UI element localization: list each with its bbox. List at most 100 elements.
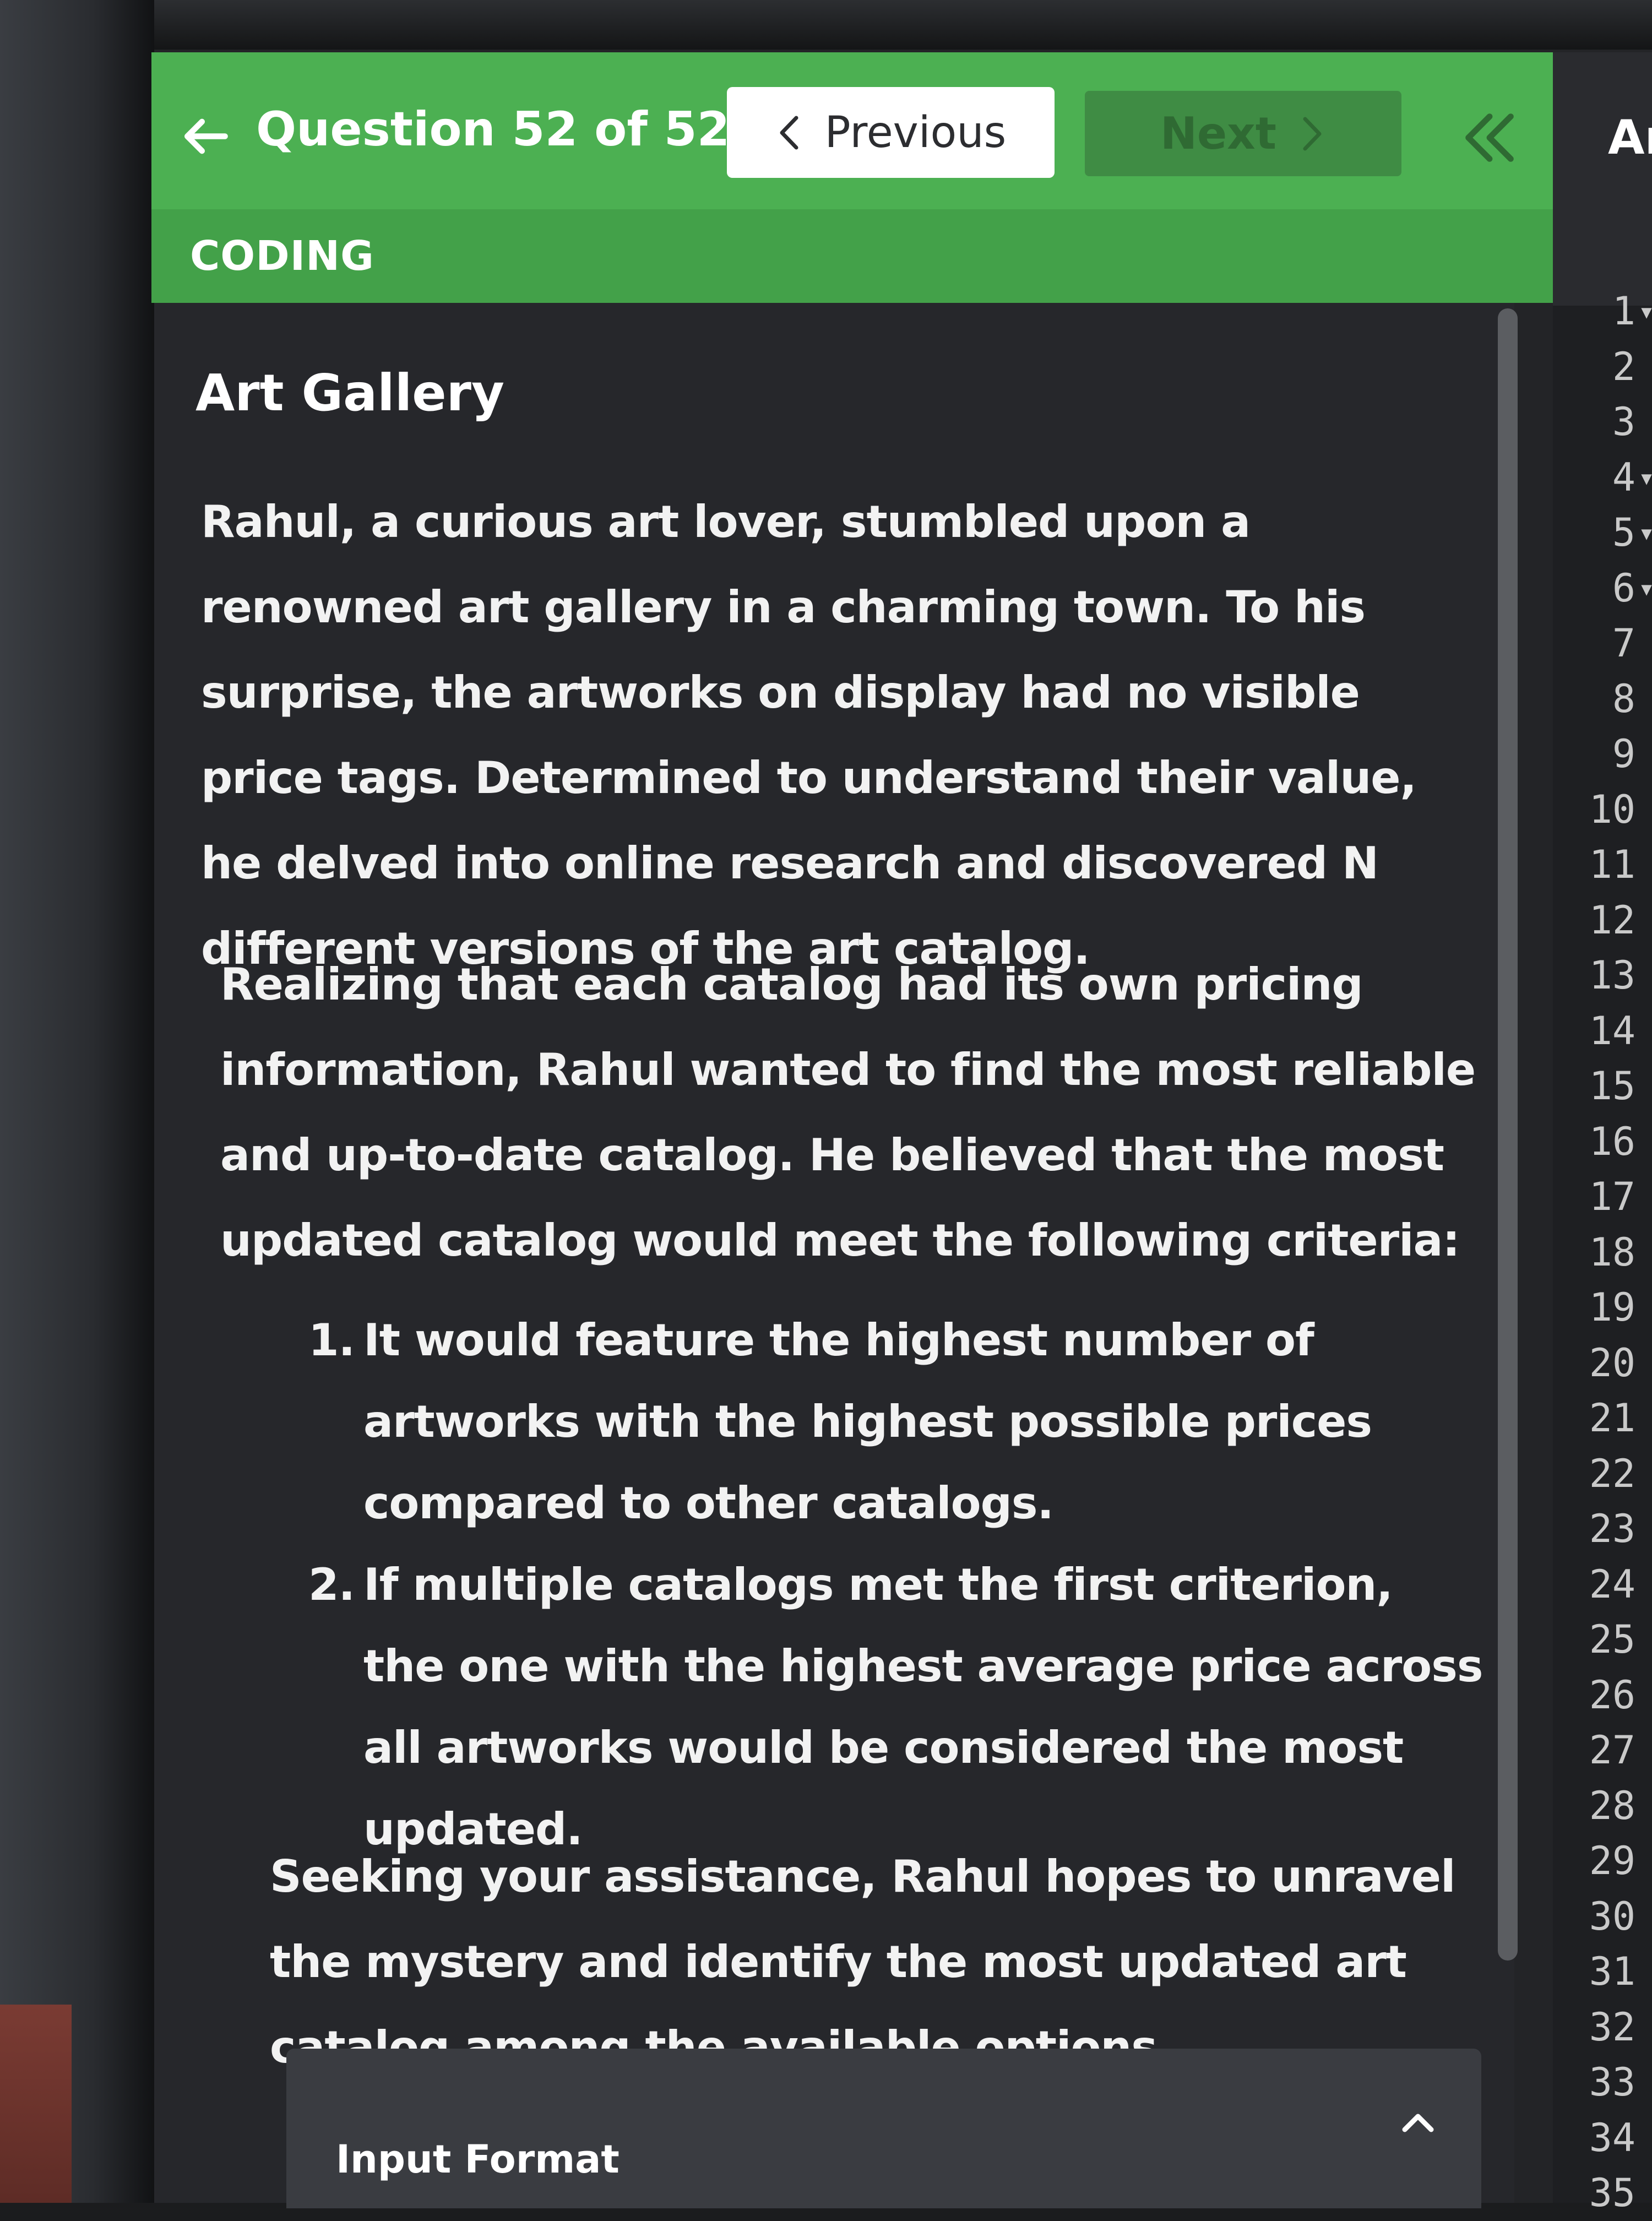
line-number: 5 — [1612, 510, 1635, 555]
category-bar: CODING — [151, 209, 1553, 303]
fold-placeholder — [1638, 1501, 1652, 1557]
list-number: 2. — [308, 1559, 355, 1610]
code-editor[interactable]: Ar 1234567891011121314151617181920212223… — [1553, 52, 1652, 2215]
fold-placeholder — [1638, 616, 1652, 671]
line-number: 26 — [1589, 1672, 1635, 1718]
fold-toggle-icon[interactable]: ▾ — [1638, 450, 1652, 506]
fold-placeholder — [1638, 837, 1652, 893]
line-number: 14 — [1589, 1008, 1635, 1054]
fold-placeholder — [1638, 394, 1652, 450]
fold-placeholder — [1638, 1833, 1652, 1889]
list-item: 2. If multiple catalogs met the first cr… — [308, 1544, 1487, 1870]
fold-placeholder — [1638, 726, 1652, 782]
line-number: 27 — [1589, 1728, 1635, 1773]
chevron-right-icon — [1303, 117, 1322, 150]
fold-placeholder — [1638, 1225, 1652, 1280]
chevron-left-icon — [780, 116, 798, 149]
chevron-up-icon[interactable] — [1396, 2101, 1440, 2145]
paragraph-text: Rahul, a curious art lover, stumbled upo… — [201, 496, 1417, 889]
problem-paragraph-1: Rahul, a curious art lover, stumbled upo… — [201, 479, 1484, 991]
line-number: 3 — [1612, 399, 1635, 444]
line-number: 30 — [1589, 1893, 1635, 1939]
line-number: 8 — [1612, 676, 1635, 721]
fold-placeholder — [1638, 1058, 1652, 1114]
problem-paragraph-2: Realizing that each catalog had its own … — [220, 959, 1476, 1266]
line-number: 22 — [1589, 1451, 1635, 1496]
fold-placeholder — [1638, 1335, 1652, 1391]
fold-placeholder — [1638, 671, 1652, 727]
fold-placeholder — [1638, 1446, 1652, 1502]
monitor-bezel-top — [0, 0, 1652, 50]
line-number: 9 — [1612, 731, 1635, 776]
previous-label: Previous — [824, 107, 1007, 158]
double-chevron-left-icon[interactable] — [1457, 105, 1523, 171]
scrollbar[interactable] — [1498, 308, 1518, 1961]
fold-placeholder — [1638, 1668, 1652, 1723]
fold-placeholder — [1638, 1778, 1652, 1834]
line-number: 35 — [1589, 2170, 1635, 2215]
fold-gutter: ▾ ▾ ▾ ▾ — [1638, 284, 1652, 2221]
editor-header: Ar — [1553, 52, 1652, 306]
fold-placeholder — [1638, 1003, 1652, 1059]
criterion-text: It would feature the highest number of a… — [363, 1315, 1372, 1529]
next-label: Next — [1160, 108, 1277, 159]
question-counter: Question 52 of 52 — [256, 102, 730, 157]
fold-toggle-icon[interactable]: ▾ — [1638, 505, 1652, 561]
fold-toggle-icon[interactable]: ▾ — [1638, 284, 1652, 339]
line-number: 21 — [1589, 1395, 1635, 1441]
line-number: 18 — [1589, 1229, 1635, 1275]
line-number: 1 — [1612, 289, 1635, 334]
fold-placeholder — [1638, 1280, 1652, 1335]
line-number: 28 — [1589, 1783, 1635, 1828]
fold-placeholder — [1638, 1944, 1652, 2000]
line-number: 10 — [1589, 786, 1635, 832]
input-format-section[interactable]: Input Format — [286, 2049, 1481, 2208]
criterion-text: If multiple catalogs met the first crite… — [363, 1559, 1483, 1855]
fold-placeholder — [1638, 2000, 1652, 2055]
fold-toggle-icon[interactable]: ▾ — [1638, 561, 1652, 616]
line-number: 25 — [1589, 1617, 1635, 1662]
line-number: 12 — [1589, 897, 1635, 943]
fold-placeholder — [1638, 893, 1652, 948]
arrow-left-icon[interactable] — [179, 110, 231, 162]
line-number: 16 — [1589, 1118, 1635, 1164]
line-number: 20 — [1589, 1340, 1635, 1386]
fold-placeholder — [1638, 948, 1652, 1003]
line-number: 11 — [1589, 842, 1635, 887]
fold-placeholder — [1638, 1723, 1652, 1778]
section-title: Input Format — [336, 2137, 620, 2182]
line-number: 19 — [1589, 1285, 1635, 1330]
fold-placeholder — [1638, 2110, 1652, 2166]
screen: Question 52 of 52 Previous Next CODING A… — [0, 0, 1652, 2215]
category-label: CODING — [190, 232, 374, 280]
background-object — [0, 2005, 72, 2203]
fold-placeholder — [1638, 1391, 1652, 1446]
list-number: 1. — [308, 1315, 355, 1366]
fold-placeholder — [1638, 1114, 1652, 1170]
line-number: 31 — [1589, 1949, 1635, 1994]
line-number: 15 — [1589, 1063, 1635, 1109]
line-number: 33 — [1589, 2060, 1635, 2105]
line-number: 32 — [1589, 2004, 1635, 2050]
line-number: 17 — [1589, 1174, 1635, 1219]
fold-placeholder — [1638, 1557, 1652, 1612]
next-button[interactable]: Next — [1085, 91, 1401, 176]
fold-placeholder — [1638, 2165, 1652, 2221]
editor-header-text: Ar — [1608, 110, 1652, 165]
line-number: 7 — [1612, 621, 1635, 666]
previous-button[interactable]: Previous — [727, 87, 1055, 178]
line-number: 34 — [1589, 2115, 1635, 2160]
problem-title: Art Gallery — [195, 363, 504, 422]
fold-placeholder — [1638, 1889, 1652, 1945]
line-number: 13 — [1589, 953, 1635, 998]
line-number-gutter: 1 2 3 4 5 6 7 8 9 10 11 12 13 14 15 16 17 18 19 20 21 22 23 24 2… — [1553, 284, 1635, 2221]
line-number: 6 — [1612, 565, 1635, 611]
list-item: 1. It would feature the highest number o… — [308, 1300, 1487, 1544]
variable-n: N — [1342, 838, 1379, 889]
line-number: 23 — [1589, 1506, 1635, 1551]
criteria-list: 1. It would feature the highest number o… — [308, 1300, 1487, 1870]
line-number: 4 — [1612, 454, 1635, 500]
fold-placeholder — [1638, 2055, 1652, 2110]
fold-placeholder — [1638, 1612, 1652, 1668]
fold-placeholder — [1638, 1169, 1652, 1225]
